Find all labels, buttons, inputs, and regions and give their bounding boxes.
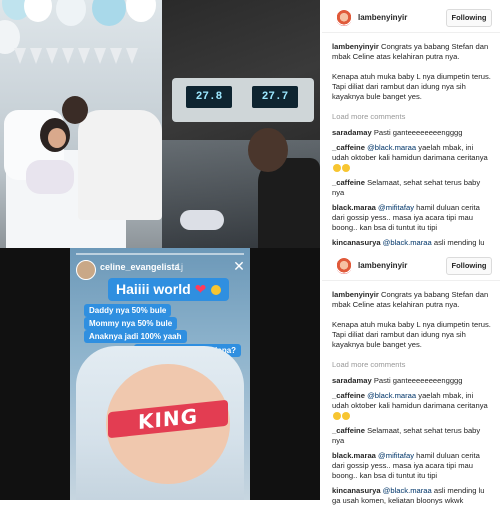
comment-username[interactable]: black.maraa (332, 203, 376, 212)
story-headline: Haiiii world ❤ (108, 278, 230, 301)
avatar[interactable] (336, 10, 352, 26)
laughing-emoji-icon (333, 412, 341, 420)
post-header: lambenyinyir Following (322, 6, 500, 33)
caption-username[interactable]: lambenyinyir (332, 290, 379, 299)
comment-item: _caffeine Selamaat, sehat sehat terus ba… (332, 426, 492, 446)
comment-username[interactable]: _caffeine (332, 426, 365, 435)
laughing-emoji-icon (333, 164, 341, 172)
comment-username[interactable]: _caffeine (332, 178, 365, 187)
comment-username[interactable]: _caffeine (332, 391, 365, 400)
bunting-flag (94, 48, 106, 64)
mother-face (48, 128, 66, 148)
story-text-line: Mommy nya 50% bule (84, 317, 178, 330)
post-body: lambenyinyir Congrats ya babang Stefan d… (332, 42, 492, 263)
balloon (56, 0, 86, 26)
bunting-flag (110, 48, 122, 64)
balloon (24, 0, 52, 22)
newborn-baby (180, 210, 224, 230)
story-headline-text: Haiiii world (116, 281, 191, 297)
comment-item: _caffeine @black.maraa yaelah mbak, ini … (332, 143, 492, 173)
newborn-baby (26, 160, 74, 194)
comment-username[interactable]: black.maraa (332, 451, 376, 460)
balloon (126, 0, 156, 22)
post-caption: lambenyinyir Congrats ya babang Stefan d… (332, 42, 492, 62)
comment-mention[interactable]: @black.maraa (367, 143, 416, 152)
avatar[interactable] (336, 258, 352, 274)
story-text-line: Anaknya jadi 100% yaah (84, 330, 187, 343)
monitor-reading-left: 27.8 (186, 86, 232, 108)
post-username[interactable]: lambenyinyir (358, 13, 407, 23)
incubator-photo: 27.8 27.7 (162, 0, 320, 248)
comment-mention[interactable]: @mifitafay (378, 203, 414, 212)
instagram-story: celine_evangelista 1j ✕ Haiiii world ❤ D… (0, 248, 320, 500)
bunting-flag (62, 48, 74, 64)
bunting-flag (126, 48, 138, 64)
bunting-flag (30, 48, 42, 64)
story-username[interactable]: celine_evangelista (100, 262, 180, 272)
avatar[interactable] (76, 260, 96, 280)
instagram-comments-panel: lambenyinyir Following lambenyinyir Cong… (322, 0, 500, 257)
comment-item: kincanasurya @black.maraa asli mending l… (332, 486, 492, 506)
comment-mention[interactable]: @black.maraa (367, 391, 416, 400)
comment-item: saradamay Pasti ganteeeeeeeengggg (332, 376, 492, 386)
post-caption: lambenyinyir Congrats ya babang Stefan d… (332, 290, 492, 310)
instagram-comments-panel: lambenyinyir Following lambenyinyir Cong… (322, 248, 500, 505)
smiley-icon (211, 285, 222, 296)
caption-paragraph: Kenapa atuh muka baby L nya diumpetin te… (332, 72, 491, 101)
comment-mention[interactable]: @mifitafay (378, 451, 414, 460)
comment-item: black.maraa @mifitafay hamil duluan ceri… (332, 451, 492, 481)
comment-username[interactable]: saradamay (332, 128, 372, 137)
balloon (92, 0, 126, 26)
caption-paragraph: Kenapa atuh muka baby L nya diumpetin te… (332, 320, 491, 349)
load-more-comments-link[interactable]: Load more comments (332, 112, 492, 122)
comment-username[interactable]: _caffeine (332, 143, 365, 152)
father-head (62, 96, 88, 124)
load-more-comments-link[interactable]: Load more comments (332, 360, 492, 370)
comment-item: saradamay Pasti ganteeeeeeeengggg (332, 128, 492, 138)
following-button[interactable]: Following (446, 9, 492, 27)
comment-username[interactable]: kincanasurya (332, 486, 381, 495)
comment-text: Pasti ganteeeeeeeengggg (373, 376, 463, 385)
comment-item: _caffeine Selamaat, sehat sehat terus ba… (332, 178, 492, 198)
following-button[interactable]: Following (446, 257, 492, 275)
bunting-flag (46, 48, 58, 64)
heart-icon: ❤ (194, 281, 207, 297)
caption-username[interactable]: lambenyinyir (332, 42, 379, 51)
laughing-emoji-icon (342, 164, 350, 172)
story-timestamp: 1j (176, 262, 184, 272)
bunting-flag (14, 48, 26, 64)
monitor-reading-right: 27.7 (252, 86, 298, 108)
close-icon[interactable]: ✕ (232, 259, 246, 273)
laughing-emoji-icon (342, 412, 350, 420)
comment-username[interactable]: saradamay (332, 376, 372, 385)
post-header: lambenyinyir Following (322, 254, 500, 281)
incubator-monitor: 27.8 27.7 (172, 78, 314, 122)
father-figure (78, 110, 162, 220)
comment-mention[interactable]: @black.maraa (383, 486, 432, 495)
bunting-flag (78, 48, 90, 64)
comment-item: _caffeine @black.maraa yaelah mbak, ini … (332, 391, 492, 421)
hospital-photo (0, 0, 162, 248)
story-text-line: Daddy nya 50% bule (84, 304, 172, 317)
father-head (248, 128, 288, 172)
story-progress-bar (76, 253, 244, 255)
comment-text: Pasti ganteeeeeeeengggg (373, 128, 463, 137)
comment-mention[interactable]: @black.maraa (383, 238, 432, 247)
comment-username[interactable]: kincanasurya (332, 238, 381, 247)
comment-item: black.maraa @mifitafay hamil duluan ceri… (332, 203, 492, 233)
post-body: lambenyinyir Congrats ya babang Stefan d… (332, 290, 492, 511)
post-username[interactable]: lambenyinyir (358, 261, 407, 271)
